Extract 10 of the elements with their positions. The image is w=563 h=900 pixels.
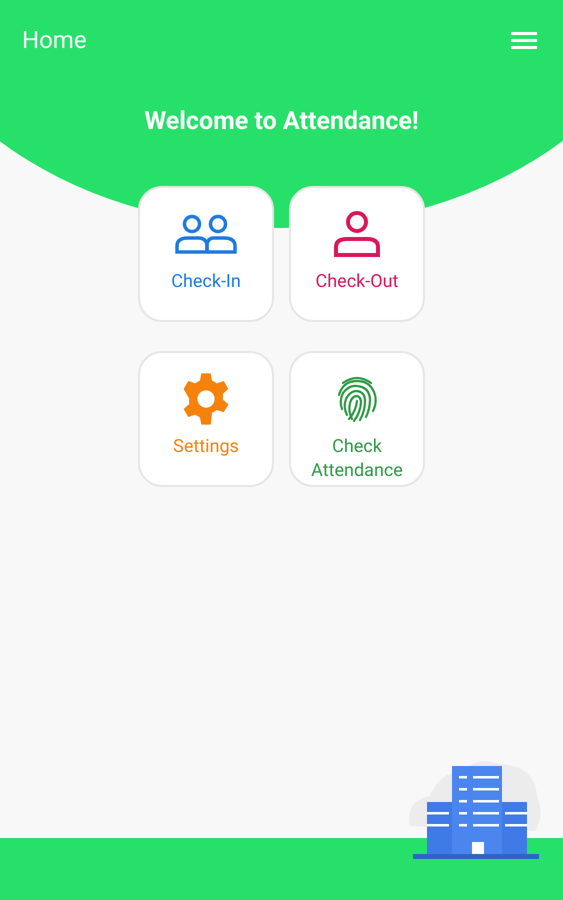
welcome-heading: Welcome to Attendance! — [144, 106, 419, 138]
menu-tile[interactable]: Check Attendance — [289, 351, 425, 487]
menu-tile[interactable]: Check-In — [138, 186, 274, 322]
menu-tile[interactable]: Check-Out — [289, 186, 425, 322]
fingerprint-icon — [335, 375, 379, 423]
menu-icon — [511, 30, 537, 50]
person-icon — [333, 211, 381, 257]
people-icon — [174, 214, 238, 254]
menu-tile[interactable]: Settings — [138, 351, 274, 487]
page-title: Home — [22, 26, 87, 54]
